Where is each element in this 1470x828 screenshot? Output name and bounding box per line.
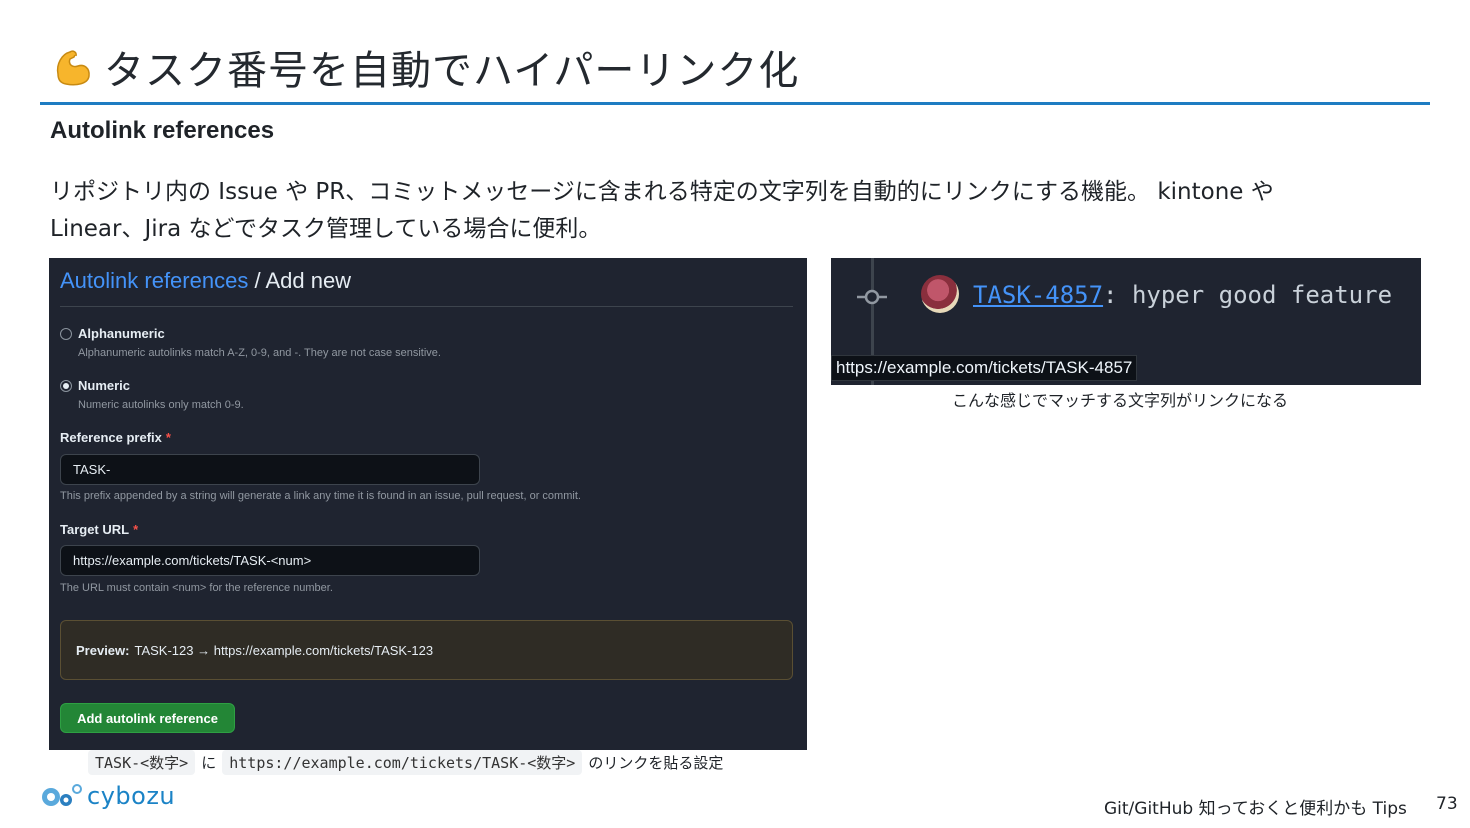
target-url-input[interactable] xyxy=(60,545,480,576)
avatar[interactable] xyxy=(921,275,959,313)
required-mark: * xyxy=(133,522,139,537)
target-url-label: Target URL * xyxy=(60,522,139,537)
task-hyperlink[interactable]: TASK-4857 xyxy=(973,281,1103,309)
breadcrumb-separator: / xyxy=(248,268,266,293)
commit-demo-screenshot: TASK-4857: hyper good feature https://ex… xyxy=(831,258,1421,385)
demo-caption: こんな感じでマッチする文字列がリンクになる xyxy=(952,391,1289,410)
preview-box: Preview: TASK-123 → https://example.com/… xyxy=(60,620,793,680)
page-number: 73 xyxy=(1436,794,1458,814)
preview-label: Preview: xyxy=(76,642,130,658)
slide-title: タスク番号を自動でハイパーリンク化 xyxy=(104,48,800,94)
footer-title: Git/GitHub 知っておくと便利かも Tips xyxy=(1104,799,1407,819)
cybozu-logo: cybozu xyxy=(41,782,175,810)
reference-prefix-help: This prefix appended by a string will ge… xyxy=(60,490,581,502)
reference-prefix-input[interactable] xyxy=(60,454,480,485)
git-commit-icon xyxy=(857,289,887,305)
cybozu-logo-text: cybozu xyxy=(87,782,176,810)
form-header-divider xyxy=(60,306,793,307)
slide-title-row: タスク番号を自動でハイパーリンク化 xyxy=(48,38,799,96)
radio-numeric-button[interactable] xyxy=(60,380,72,392)
form-caption: TASK-<数字> に https://example.com/tickets/… xyxy=(88,750,723,775)
radio-alphanumeric-help: Alphanumeric autolinks match A-Z, 0-9, a… xyxy=(78,347,441,359)
form-breadcrumb: Autolink references / Add new xyxy=(60,268,351,294)
commit-message: TASK-4857: hyper good feature xyxy=(973,281,1392,309)
radio-numeric[interactable]: Numeric Numeric autolinks only match 0-9… xyxy=(60,378,244,411)
radio-alphanumeric[interactable]: Alphanumeric Alphanumeric autolinks matc… xyxy=(60,326,441,359)
preview-text: TASK-123 → https://example.com/tickets/T… xyxy=(134,642,434,658)
target-url-help: The URL must contain <num> for the refer… xyxy=(60,582,333,594)
flexed-biceps-icon xyxy=(48,44,94,90)
caption-tail: のリンクを貼る設定 xyxy=(588,754,724,772)
code-prefix-pattern: TASK-<数字> xyxy=(88,750,196,775)
breadcrumb-autolink-references-link[interactable]: Autolink references xyxy=(60,268,248,293)
radio-numeric-label: Numeric xyxy=(78,378,131,393)
title-divider xyxy=(40,102,1430,105)
section-description: リポジトリ内の Issue や PR、コミットメッセージに含まれる特定の文字列を… xyxy=(50,179,1274,242)
commit-message-rest: : hyper good feature xyxy=(1103,281,1393,309)
autolink-form-screenshot: Autolink references / Add new Alphanumer… xyxy=(49,258,807,750)
breadcrumb-current: Add new xyxy=(265,268,352,293)
radio-alphanumeric-button[interactable] xyxy=(60,328,72,340)
radio-alphanumeric-label: Alphanumeric xyxy=(78,326,165,341)
reference-prefix-label: Reference prefix * xyxy=(60,430,171,445)
caption-connector: に xyxy=(201,754,217,772)
section-heading: Autolink references xyxy=(50,117,275,144)
required-mark: * xyxy=(165,430,171,445)
link-url-tooltip: https://example.com/tickets/TASK-4857 xyxy=(831,355,1138,381)
radio-numeric-help: Numeric autolinks only match 0-9. xyxy=(78,399,244,411)
slide: タスク番号を自動でハイパーリンク化 Autolink references リポ… xyxy=(0,0,1470,828)
cybozu-logo-icon xyxy=(42,784,82,806)
code-url-pattern: https://example.com/tickets/TASK-<数字> xyxy=(222,750,583,775)
add-autolink-reference-button[interactable]: Add autolink reference xyxy=(60,703,235,733)
